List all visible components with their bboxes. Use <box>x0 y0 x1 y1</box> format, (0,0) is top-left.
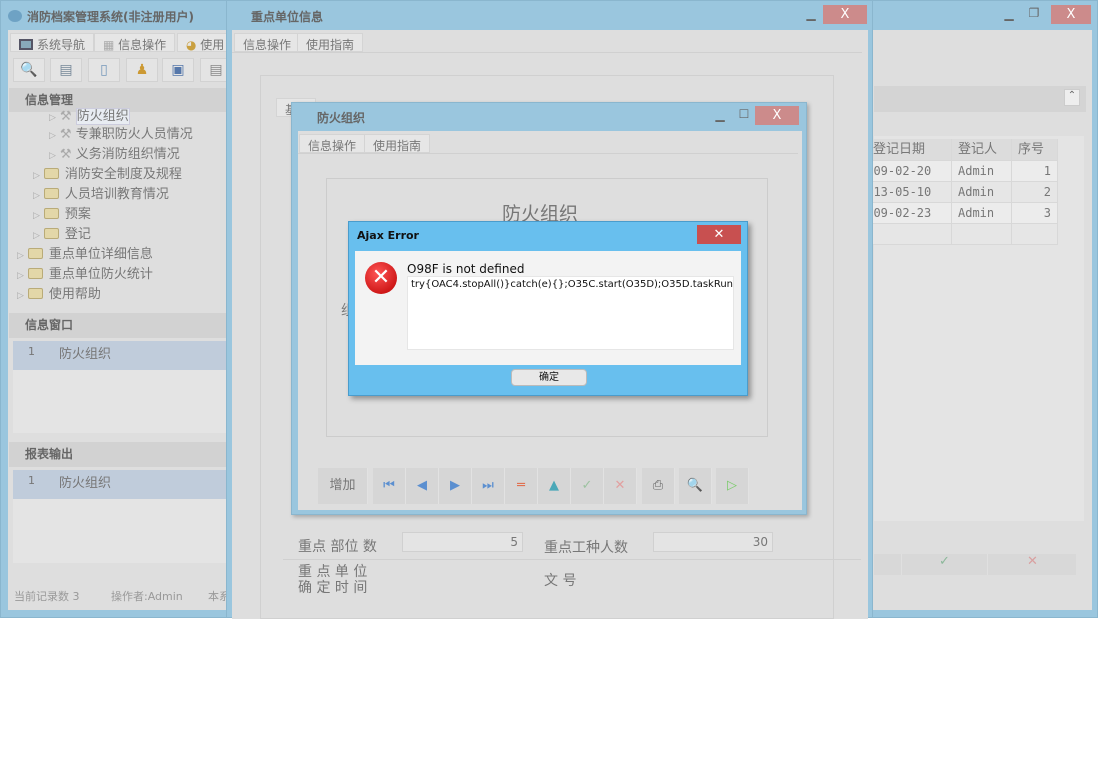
dialog-title: Ajax Error <box>357 229 419 242</box>
list-item[interactable]: 1防火组织 <box>13 470 227 499</box>
table-cell[interactable]: 1 <box>1012 161 1058 182</box>
table-cell[interactable]: Admin <box>952 203 1012 224</box>
dialog-close-button[interactable]: ✕ <box>697 225 741 244</box>
ajax-error-dialog: Ajax Error ✕ ✕ O98F is not defined try{O… <box>348 221 748 396</box>
user-tool-icon[interactable]: ♟ <box>126 58 158 82</box>
last-record-icon[interactable]: ⏭ <box>472 468 505 504</box>
folder-icon <box>28 248 43 259</box>
document-tool-icon[interactable]: ▯ <box>88 58 120 82</box>
folder-icon <box>28 288 43 299</box>
list-item[interactable]: 1防火组织 <box>13 341 227 370</box>
tab-info-ops[interactable]: ▦ 信息操作 <box>94 33 175 52</box>
tree-item[interactable]: ▷使用帮助 <box>17 285 101 306</box>
report-output-header: 报表输出 <box>9 442 227 467</box>
status-records: 当前记录数 3 <box>14 588 80 604</box>
app-logo-icon <box>8 10 22 22</box>
help-icon: ◕ <box>186 38 200 52</box>
key-parts-input[interactable]: 5 <box>402 532 523 552</box>
delete-icon[interactable]: ═ <box>505 468 538 504</box>
table-cell[interactable] <box>1012 224 1058 245</box>
key-workers-input[interactable]: 30 <box>653 532 773 552</box>
error-message: O98F is not defined <box>407 262 524 276</box>
first-record-icon[interactable]: ⏮ <box>373 468 406 504</box>
minimize-button[interactable]: ▁ <box>712 108 728 122</box>
confirm-time-label: 重 点 单 位确 定 时 间 <box>298 564 367 596</box>
screen-tool-icon[interactable]: ▣ <box>162 58 194 82</box>
minimize-button[interactable]: ▁ <box>803 7 819 21</box>
monitor-icon <box>19 39 33 50</box>
ok-button[interactable]: 确定 <box>511 369 587 386</box>
list-tool-icon[interactable]: ▤ <box>50 58 82 82</box>
table-cell[interactable]: 2009-02-20 <box>861 161 952 182</box>
tree-item[interactable]: ▷⚒ 专兼职防火人员情况 <box>49 125 193 146</box>
table-cell[interactable]: 3 <box>1012 203 1058 224</box>
tools-icon: ⚒ <box>60 127 76 142</box>
tab-info-ops[interactable]: 信息操作 <box>299 134 365 153</box>
key-workers-label: 重点工种人数 <box>544 537 628 557</box>
main-window-title: 消防档案管理系统(非注册用户) <box>27 8 194 25</box>
folder-icon <box>44 188 59 199</box>
tree-item[interactable]: ▷⚒ 义务消防组织情况 <box>49 145 180 166</box>
status-operator: 操作者:Admin <box>111 588 183 604</box>
prev-record-icon[interactable]: ◀ <box>406 468 439 504</box>
table-cell[interactable]: 2013-05-10 <box>861 182 952 203</box>
error-detail[interactable]: try{OAC4.stopAll()}catch(e){};O35C.start… <box>407 276 734 350</box>
tab-usage-guide[interactable]: 使用指南 <box>297 33 363 52</box>
confirm-icon[interactable]: ✓ <box>571 468 604 504</box>
cancel-icon[interactable]: ✕ <box>604 468 637 504</box>
info-window-header: 信息窗口 <box>9 313 227 338</box>
table-cell[interactable] <box>952 224 1012 245</box>
tab-system-nav[interactable]: 系统导航 <box>10 33 94 52</box>
column-header[interactable]: 登记日期 <box>861 139 952 161</box>
column-header[interactable]: 序号 <box>1012 139 1058 161</box>
tab-usage-guide[interactable]: 使用指南 <box>364 134 430 153</box>
tree-item[interactable]: ▷消防安全制度及规程 <box>33 165 182 186</box>
fire-org-window-title: 防火组织 <box>317 109 365 126</box>
confirm-icon[interactable]: ✓ <box>901 554 988 575</box>
add-button[interactable]: 增加 <box>318 468 368 504</box>
close-button[interactable]: X <box>823 5 867 24</box>
unit-window-title: 重点单位信息 <box>251 8 323 25</box>
cancel-icon[interactable]: ✕ <box>989 554 1076 575</box>
maximize-button[interactable]: ☐ <box>736 107 752 121</box>
folder-icon <box>44 228 59 239</box>
close-button[interactable]: X <box>1051 5 1091 24</box>
next-record-icon[interactable]: ▶ <box>439 468 472 504</box>
tree-item[interactable]: ▷预案 <box>33 205 91 226</box>
restore-button[interactable]: ❐ <box>1026 6 1042 20</box>
up-icon[interactable]: ▲ <box>538 468 571 504</box>
folder-icon <box>44 168 59 179</box>
table-cell[interactable]: Admin <box>952 182 1012 203</box>
print-icon[interactable]: ⎙ <box>642 468 675 504</box>
tree-item[interactable]: ▷重点单位详细信息 <box>17 245 153 266</box>
run-icon[interactable]: ▷ <box>716 468 749 504</box>
error-icon: ✕ <box>365 262 397 294</box>
table-cell[interactable]: Admin <box>952 161 1012 182</box>
tree-item[interactable]: ▷人员培训教育情况 <box>33 185 169 206</box>
tree-item[interactable]: ▷登记 <box>33 225 91 246</box>
preview-icon[interactable]: 🔍 <box>679 468 712 504</box>
column-header[interactable]: 登记人 <box>952 139 1012 161</box>
grid-icon: ▦ <box>103 38 118 52</box>
table-cell[interactable]: 2 <box>1012 182 1058 203</box>
close-button[interactable]: X <box>755 106 799 125</box>
search-tool-icon[interactable]: 🔍 <box>13 58 45 82</box>
tree-item[interactable]: ▷重点单位防火统计 <box>17 265 153 286</box>
minimize-button[interactable]: ▁ <box>1001 7 1017 21</box>
table-cell[interactable] <box>861 224 952 245</box>
folder-icon <box>44 208 59 219</box>
key-parts-label: 重点 部位 数 <box>298 536 377 556</box>
tab-usage[interactable]: ◕ 使用 <box>177 33 233 52</box>
tools-icon: ⚒ <box>60 147 76 162</box>
collapse-button[interactable]: ⌃ <box>1064 89 1080 106</box>
folder-icon <box>28 268 43 279</box>
table-cell[interactable]: 2009-02-23 <box>861 203 952 224</box>
tab-info-ops[interactable]: 信息操作 <box>234 33 300 52</box>
tools-icon: ⚒ <box>60 109 76 124</box>
doc-no-label: 文 号 <box>544 570 576 590</box>
